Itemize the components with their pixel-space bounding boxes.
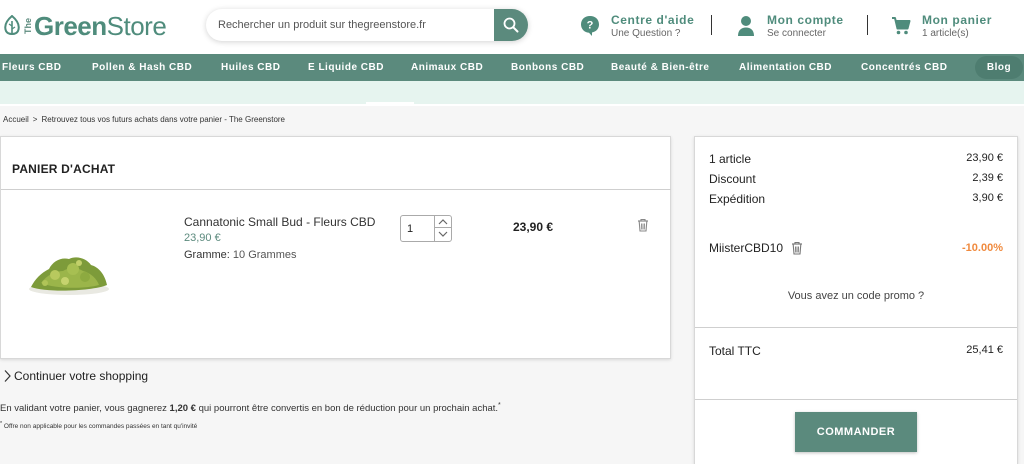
summary-divider [695, 327, 1017, 328]
svg-text:?: ? [587, 20, 594, 32]
nav-item-animaux[interactable]: Animaux CBD [411, 54, 483, 81]
search-input[interactable] [206, 9, 494, 41]
product-unit-price: 23,90 € [184, 232, 221, 244]
account-link[interactable]: Mon compte Se connecter [736, 11, 844, 41]
summary-discount-row: Discount 2,39 € [709, 172, 1003, 186]
site-logo[interactable]: The Green Store [2, 8, 167, 44]
summary-total-row: Total TTC 25,41 € [709, 344, 1003, 358]
site-header: The Green Store ? Centre d'aide Une Ques… [0, 0, 1024, 54]
main-nav: Fleurs CBD Pollen & Hash CBD Huiles CBD … [0, 54, 1024, 81]
quantity-increase-button[interactable] [435, 216, 451, 228]
search-icon [503, 17, 519, 33]
cart-heading: PANIER D'ACHAT [12, 162, 116, 176]
account-subtitle: Se connecter [767, 27, 826, 39]
account-title: Mon compte [767, 12, 844, 27]
help-title: Centre d'aide [611, 12, 695, 27]
subnav-bar [0, 81, 1024, 104]
chevron-right-icon [4, 370, 11, 382]
summary-discount-label: Discount [709, 172, 756, 186]
summary-articles-value: 23,90 € [966, 152, 1003, 164]
breadcrumb-home[interactable]: Accueil [3, 115, 29, 124]
order-summary: 1 article 23,90 € Discount 2,39 € Expédi… [694, 136, 1018, 464]
promo-code-link[interactable]: Vous avez un code promo ? [695, 290, 1017, 302]
summary-total-label: Total TTC [709, 344, 761, 358]
help-center-link[interactable]: ? Centre d'aide Une Question ? [580, 11, 694, 41]
breadcrumb-separator: > [32, 115, 38, 124]
product-attribute: Gramme: 10 Grammes [184, 249, 296, 261]
trash-icon [638, 218, 648, 232]
nav-item-pollen-hash[interactable]: Pollen & Hash CBD [92, 54, 192, 81]
breadcrumb: Accueil > Retrouvez tous vos futurs achats… [3, 115, 285, 124]
line-total: 23,90 € [513, 220, 554, 234]
quantity-arrows [434, 216, 451, 241]
summary-articles-row: 1 article 23,90 € [709, 152, 1003, 166]
summary-shipping-value: 3,90 € [972, 192, 1003, 204]
loyalty-message: En validant votre panier, vous gagnerez … [0, 402, 501, 414]
summary-divider [695, 399, 1017, 400]
search-button[interactable] [494, 9, 528, 41]
nav-item-beaute[interactable]: Beauté & Bien-être [611, 54, 709, 81]
product-image[interactable] [21, 229, 117, 305]
quantity-stepper [400, 215, 452, 242]
nav-item-huiles[interactable]: Huiles CBD [221, 54, 280, 81]
loyalty-footnote-mark: * [498, 402, 501, 409]
summary-discount-value: 2,39 € [972, 172, 1003, 184]
cart-icon [891, 15, 911, 37]
order-button[interactable]: COMMANDER [795, 412, 917, 452]
continue-shopping-link[interactable]: Continuer votre shopping [3, 369, 148, 383]
continue-shopping-label: Continuer votre shopping [14, 369, 149, 383]
attribute-label: Gramme: [184, 249, 230, 261]
nav-item-blog[interactable]: Blog [975, 56, 1023, 79]
nav-item-fleurs[interactable]: Fleurs CBD [2, 54, 61, 81]
loyalty-text-after: qui pourront être convertis en bon de ré… [195, 403, 499, 415]
logo-the: The [23, 17, 33, 34]
loyalty-note-mark: * [0, 421, 3, 427]
cart-count: 1 article(s) [922, 27, 969, 39]
quantity-decrease-button[interactable] [435, 228, 451, 240]
logo-store: Store [106, 10, 167, 41]
nav-item-e-liquide[interactable]: E Liquide CBD [308, 54, 384, 81]
logo-green: Green [34, 10, 107, 41]
chevron-up-icon [438, 218, 448, 224]
cart-divider [1, 189, 671, 190]
loyalty-amount: 1,20 € [169, 403, 196, 415]
nav-item-alimentation[interactable]: Alimentation CBD [739, 54, 832, 81]
cart-link[interactable]: Mon panier 1 article(s) [891, 11, 992, 41]
user-icon [736, 15, 756, 37]
loyalty-text-before: En validant votre panier, vous gagnerez [0, 403, 170, 415]
summary-shipping-label: Expédition [709, 192, 766, 206]
loyalty-note-text: Offre non applicable pour les commandes … [3, 423, 198, 431]
breadcrumb-current: Retrouvez tous vos futurs achats dans vo… [41, 115, 285, 124]
remove-coupon-trash-icon[interactable] [791, 241, 803, 255]
leaf-logo-icon [2, 14, 22, 37]
header-divider [711, 15, 712, 35]
nav-item-bonbons[interactable]: Bonbons CBD [511, 54, 584, 81]
coupon-code: MiisterCBD10 [709, 241, 784, 255]
summary-articles-label: 1 article [709, 152, 752, 166]
nav-item-concentres[interactable]: Concentrés CBD [861, 54, 947, 81]
cart-title: Mon panier [922, 12, 993, 27]
chat-question-icon: ? [580, 15, 600, 37]
search-bar [206, 9, 528, 41]
header-divider [867, 15, 868, 35]
attribute-value: 10 Grammes [232, 249, 297, 261]
summary-total-value: 25,41 € [966, 344, 1003, 356]
chevron-down-icon [438, 231, 448, 237]
help-subtitle: Une Question ? [611, 27, 681, 39]
product-name[interactable]: Cannatonic Small Bud - Fleurs CBD [184, 215, 375, 229]
loyalty-footnote: * Offre non applicable pour les commande… [0, 421, 197, 430]
summary-shipping-row: Expédition 3,90 € [709, 192, 1003, 206]
coupon-discount-value: -10.00% [962, 242, 1003, 254]
quantity-input[interactable] [401, 216, 435, 241]
coupon-row: MiisterCBD10 [709, 241, 803, 255]
remove-item-button[interactable] [637, 218, 649, 232]
cart-panel: PANIER D'ACHAT Cannatonic Small Bud - Fl… [0, 136, 671, 359]
